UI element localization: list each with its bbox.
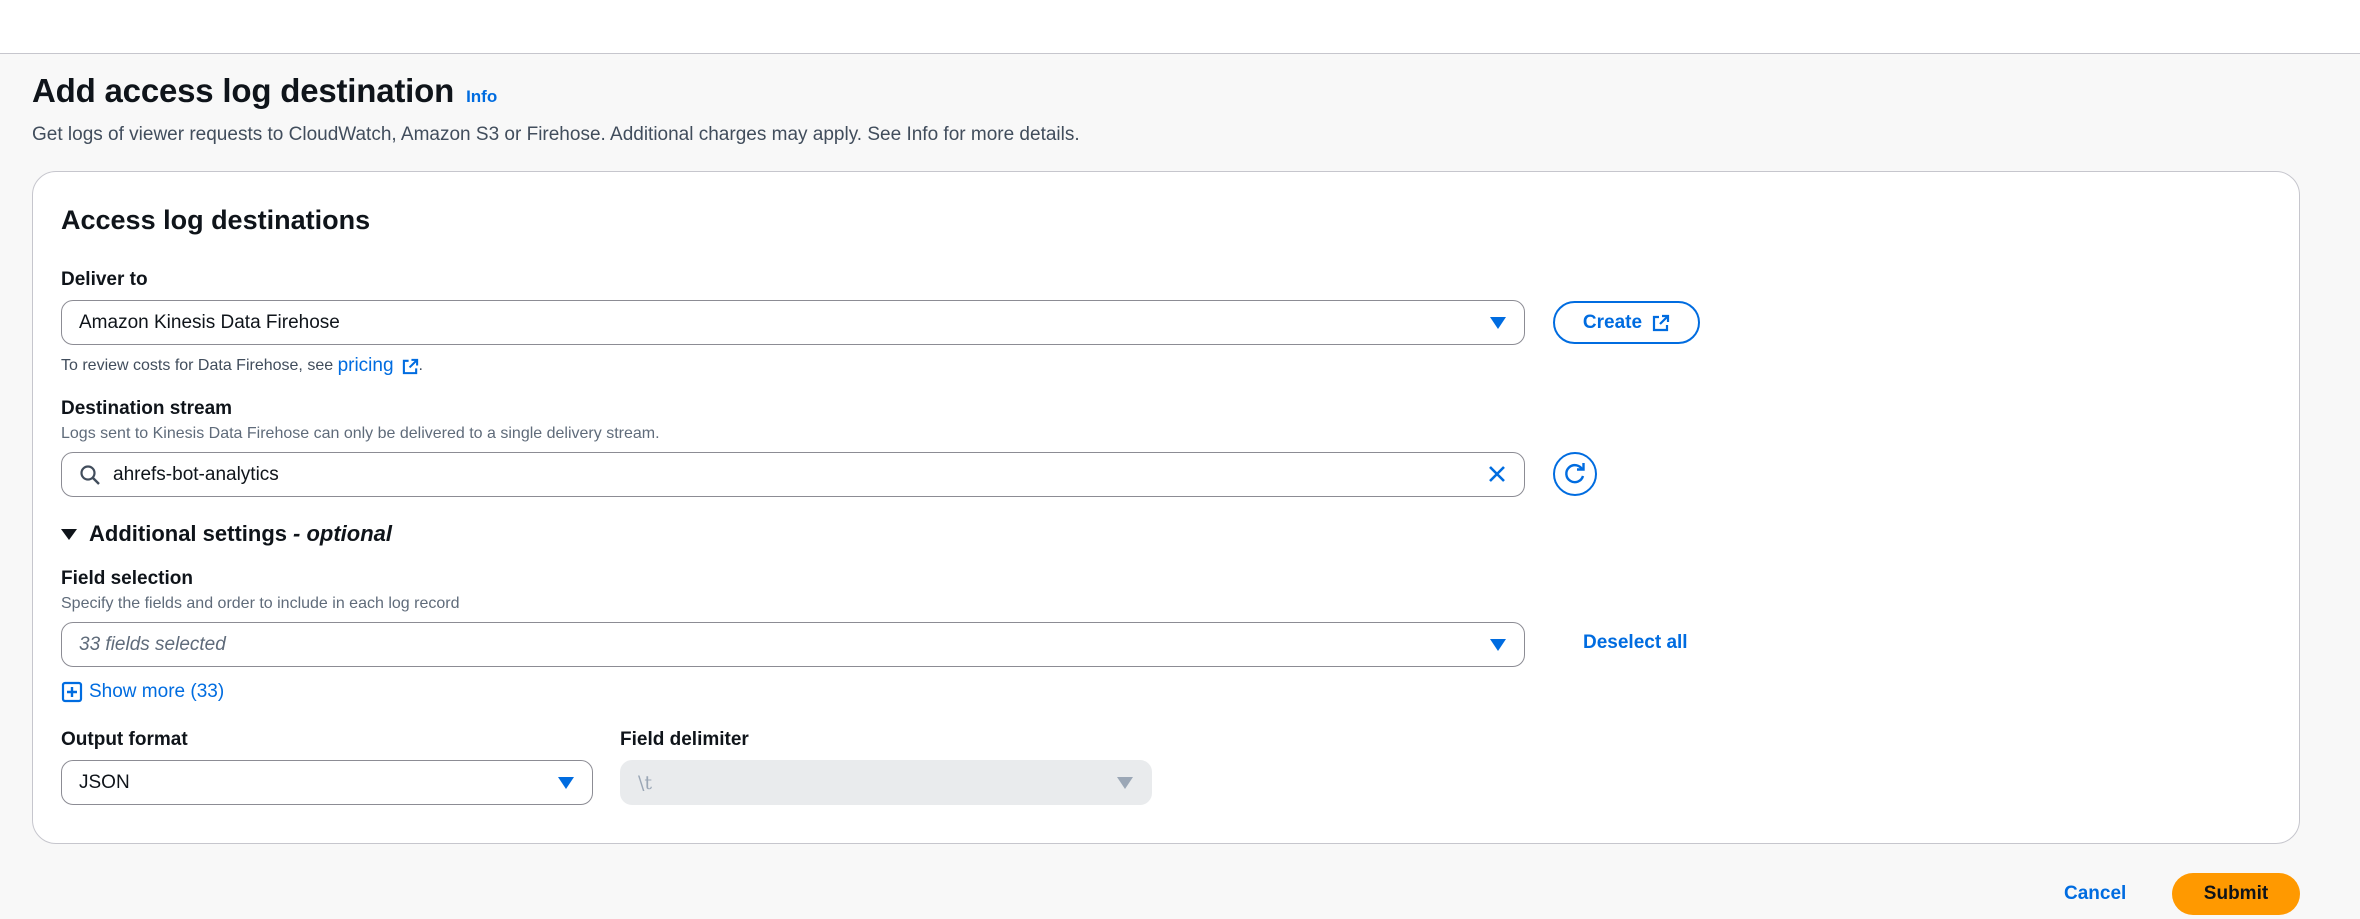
refresh-button[interactable] (1553, 452, 1597, 496)
external-link-icon (402, 358, 418, 374)
output-format-value: JSON (79, 771, 130, 793)
caret-down-icon (1490, 316, 1506, 329)
deselect-all-button[interactable]: Deselect all (1583, 632, 1688, 654)
field-selection-placeholder: 33 fields selected (79, 633, 226, 655)
page-description: Get logs of viewer requests to CloudWatc… (32, 124, 1080, 145)
optional-label: - optional (293, 521, 392, 546)
field-selection-hint: Specify the fields and order to include … (61, 595, 460, 612)
field-delimiter-select: \t (620, 760, 1152, 805)
field-delimiter-label: Field delimiter (620, 729, 749, 750)
field-selection-label: Field selection (61, 568, 193, 589)
deliver-to-label: Deliver to (61, 269, 148, 290)
additional-settings-toggle[interactable]: Additional settings - optional (61, 521, 392, 547)
search-icon (80, 464, 100, 485)
create-button[interactable]: Create (1553, 301, 1700, 344)
external-link-icon (1652, 314, 1670, 331)
page-title: Add access log destination (32, 72, 455, 109)
plus-square-icon (61, 681, 83, 703)
info-link[interactable]: Info (466, 87, 497, 107)
caret-down-icon (61, 528, 77, 540)
page-header: Add access log destination Info Get logs… (32, 72, 1080, 146)
additional-settings-label: Additional settings (89, 521, 287, 546)
top-bar (0, 0, 2360, 54)
destination-stream-label: Destination stream (61, 398, 233, 419)
field-delimiter-value: \t (638, 771, 653, 794)
cancel-button[interactable]: Cancel (2064, 883, 2126, 905)
caret-down-icon (1117, 776, 1133, 789)
show-more-button[interactable]: Show more (33) (61, 681, 224, 703)
access-log-destinations-panel: Access log destinations Deliver to Amazo… (32, 171, 2300, 844)
output-format-select[interactable]: JSON (61, 760, 593, 805)
caret-down-icon (558, 776, 574, 789)
caret-down-icon (1490, 638, 1506, 651)
submit-button[interactable]: Submit (2172, 873, 2300, 915)
show-more-label: Show more (33) (89, 681, 225, 702)
deliver-to-select[interactable]: Amazon Kinesis Data Firehose (61, 300, 1525, 345)
pricing-link[interactable]: pricing (338, 355, 394, 377)
output-format-label: Output format (61, 729, 188, 750)
pricing-hint-suffix: . (418, 357, 423, 374)
refresh-icon (1565, 463, 1585, 484)
clear-icon[interactable] (1487, 464, 1507, 484)
create-button-label: Create (1582, 311, 1643, 333)
deliver-to-hint: To review costs for Data Firehose, see p… (61, 355, 423, 377)
field-selection-multiselect[interactable]: 33 fields selected (61, 622, 1525, 667)
panel-title: Access log destinations (61, 205, 371, 235)
pricing-hint-text: To review costs for Data Firehose, see (61, 357, 338, 374)
submit-button-label: Submit (2203, 883, 2269, 904)
destination-stream-input[interactable]: ahrefs-bot-analytics (61, 452, 1525, 497)
destination-stream-value: ahrefs-bot-analytics (113, 463, 279, 485)
deliver-to-value: Amazon Kinesis Data Firehose (79, 311, 340, 333)
destination-stream-hint: Logs sent to Kinesis Data Firehose can o… (61, 425, 660, 442)
